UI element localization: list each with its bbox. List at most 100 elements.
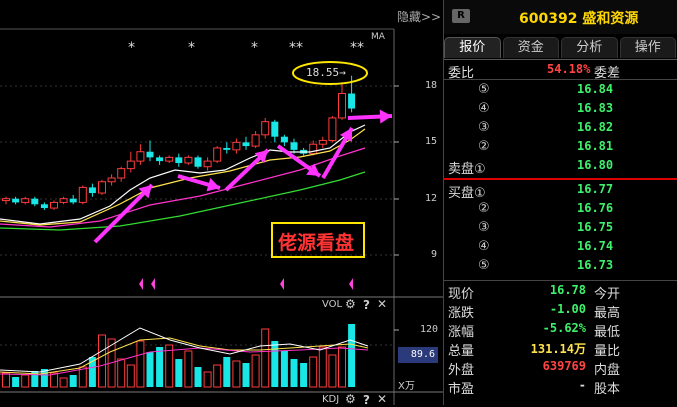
signal-star: * — [188, 40, 195, 56]
tab-funds[interactable]: 资金 — [502, 37, 559, 58]
kline-chart-panel[interactable]: 隐藏>> MA * * * ** ** 18.55→ 18 15 12 9 佬源… — [0, 0, 443, 407]
candle-body — [318, 139, 327, 145]
volume-bar — [136, 340, 145, 388]
gear-icon[interactable]: ⚙ — [345, 392, 356, 406]
volume-bar — [165, 344, 174, 388]
book-divider — [444, 178, 677, 180]
candle-body — [59, 198, 68, 203]
ask-level: 卖盘① — [448, 162, 486, 177]
volume-bar — [242, 363, 250, 387]
quote-row: 现价 16.78 今开 — [444, 282, 677, 302]
bid-row[interactable]: ③ 16.75 — [444, 219, 677, 237]
quote-row: 涨幅 -5.62% 最低 — [444, 320, 677, 340]
quote-panel: R 600392 盛和资源 报价 资金 分析 操作 委比 54.18% 委差 ⑤… — [443, 0, 677, 405]
close-icon[interactable]: ✕ — [377, 297, 387, 311]
help-icon[interactable]: ? — [363, 298, 370, 312]
current-volume-tag: 89.6 — [398, 347, 438, 363]
arrow-shaft — [93, 183, 154, 244]
ask-row[interactable]: 卖盘① 16.80 — [444, 157, 677, 177]
candle-body — [194, 157, 202, 167]
volume-bar — [156, 347, 164, 387]
ask-row[interactable]: ③ 16.82 — [444, 119, 677, 137]
volume-bar — [203, 371, 212, 388]
volume-title: VOL — [322, 299, 343, 310]
bid-row[interactable]: ④ 16.74 — [444, 238, 677, 256]
signal-star: * — [128, 40, 135, 56]
volume-bar — [69, 375, 77, 387]
order-ratio-value: 54.18% — [547, 62, 591, 76]
quote-row: 总量 131.14万 量比 — [444, 339, 677, 359]
quote-label-secondary: 今开 — [594, 287, 621, 302]
volume-bar — [318, 346, 327, 388]
hide-panel-button[interactable]: 隐藏>> — [397, 8, 441, 25]
quote-tabs: 报价 资金 分析 操作 — [444, 37, 677, 59]
candle-body — [136, 151, 145, 162]
book-bottom-divider — [444, 280, 677, 281]
bid-row[interactable]: ⑤ 16.73 — [444, 257, 677, 275]
volume-bar — [12, 377, 20, 387]
price-axis-label: 12 — [425, 193, 438, 204]
candle-body — [12, 198, 20, 203]
signal-star: ** — [289, 40, 303, 56]
candle-body — [117, 168, 126, 179]
volume-bar — [261, 328, 270, 388]
tab-operation[interactable]: 操作 — [619, 37, 676, 58]
candle-body — [21, 198, 30, 203]
ask-row[interactable]: ④ 16.83 — [444, 100, 677, 118]
tab-quote[interactable]: 报价 — [444, 37, 501, 58]
ask-row[interactable]: ② 16.81 — [444, 138, 677, 156]
candle-body — [175, 157, 183, 163]
quote-label: 涨幅 — [448, 325, 475, 340]
ask-price: 16.83 — [577, 101, 614, 115]
candle-body — [338, 93, 346, 119]
stock-badge: R — [452, 9, 470, 23]
ask-row[interactable]: ⑤ 16.84 — [444, 81, 677, 99]
candle-body — [126, 160, 135, 170]
bid-price: 16.74 — [577, 239, 614, 253]
volume-bar — [21, 374, 30, 388]
quote-value: -5.62% — [542, 321, 586, 335]
candle-body — [223, 147, 231, 150]
kline-chart[interactable] — [0, 0, 443, 405]
quote-label-secondary: 最低 — [594, 325, 621, 340]
quote-label-secondary: 最高 — [594, 306, 621, 321]
tab-analysis[interactable]: 分析 — [561, 37, 618, 58]
volume-axis-label: 120 — [420, 324, 439, 335]
quote-label: 市盈 — [448, 382, 475, 397]
volume-bar — [232, 360, 241, 388]
quote-label-secondary: 股本 — [594, 382, 621, 397]
volume-bar — [2, 372, 10, 388]
candle-body — [280, 136, 288, 143]
close-icon[interactable]: ✕ — [377, 392, 387, 406]
quote-value: 16.78 — [549, 283, 586, 297]
ask-level: ③ — [478, 120, 490, 135]
ask-level: ② — [478, 139, 490, 154]
quote-value: -1.00 — [549, 302, 586, 316]
watermark-text: 佬源看盘 — [278, 232, 355, 254]
candle-body — [31, 198, 39, 205]
quote-label: 外盘 — [448, 363, 475, 378]
bid-price: 16.73 — [577, 258, 614, 272]
candle-body — [69, 198, 77, 203]
bid-row[interactable]: 买盘① 16.77 — [444, 181, 677, 201]
candle-body — [184, 156, 193, 164]
stock-name: 盛和资源 — [582, 11, 639, 27]
quote-label: 现价 — [448, 287, 475, 302]
bid-level: ⑤ — [478, 258, 490, 273]
volume-bar — [184, 350, 193, 388]
volume-bar — [348, 324, 356, 387]
volume-bar — [251, 354, 260, 388]
volume-bar — [117, 358, 126, 388]
price-axis-label: 18 — [425, 80, 438, 91]
quote-row: 涨跌 -1.00 最高 — [444, 301, 677, 321]
bid-row[interactable]: ② 16.76 — [444, 200, 677, 218]
bid-level: ② — [478, 201, 490, 216]
signal-star: ** — [350, 40, 364, 56]
candle-body — [88, 187, 96, 194]
volume-bar — [98, 334, 106, 388]
ma-line — [0, 171, 366, 231]
volume-bar — [338, 346, 346, 388]
gear-icon[interactable]: ⚙ — [345, 297, 356, 311]
stock-code: 600392 — [519, 11, 578, 27]
volume-bar — [146, 352, 154, 387]
